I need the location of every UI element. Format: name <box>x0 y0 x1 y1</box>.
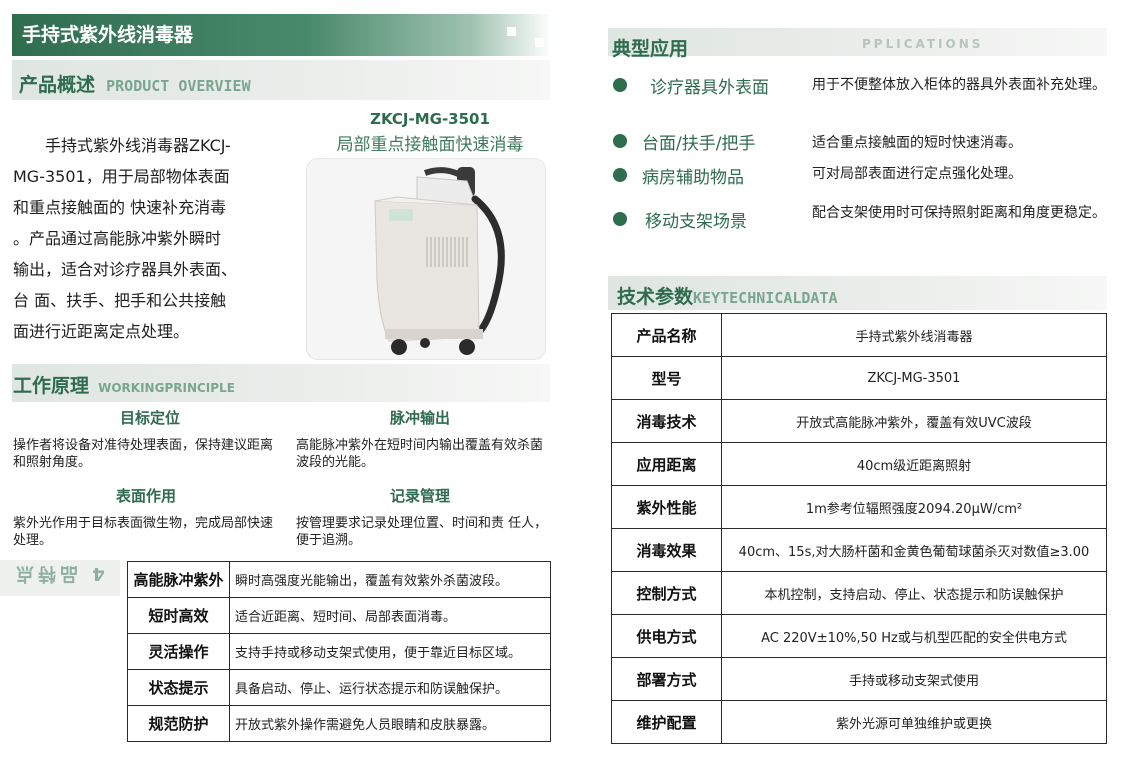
overview-title: 产品概述 <box>19 74 96 96</box>
table-row: 控制方式 本机控制，支持启动、停止、状态提示和防误触保护 <box>611 571 1107 615</box>
principle-heading: 工作原理 WORKINGPRINCIPLE <box>13 371 235 398</box>
spec-value: 1m参考位辐照强度2094.20μW/cm² <box>721 485 1107 529</box>
model-number: ZKCJ-MG-3501 <box>370 110 490 128</box>
table-row: 消毒技术 开放式高能脉冲紫外，覆盖有效UVC波段 <box>611 399 1107 443</box>
overview-heading: 产品概述 PRODUCT OVERVIEW <box>19 70 251 97</box>
spec-key: 供电方式 <box>611 614 722 658</box>
specs-heading: 技术参数KEYTECHNICALDATA <box>617 282 838 309</box>
table-row: 维护配置 紫外光源可单独维护或更换 <box>611 700 1107 744</box>
page-title: 手持式紫外线消毒器 <box>12 14 552 56</box>
specs-title-en: KEYTECHNICALDATA <box>693 289 838 307</box>
applications-title: 典型应用 <box>612 38 689 60</box>
specs-title: 技术参数 <box>617 286 694 308</box>
features-side-label: 4 品特点 <box>12 563 105 584</box>
table-row: 部署方式 手持或移动支架式使用 <box>611 657 1107 701</box>
application-desc: 适合重点接触面的短时快速消毒。 <box>812 135 1022 151</box>
model-subtitle: 局部重点接触面快速消毒 <box>336 135 524 155</box>
bullet-icon <box>613 168 627 182</box>
principle-item-head: 脉冲输出 <box>390 409 451 427</box>
table-row: 状态提示 具备启动、停止、运行状态提示和防误触保护。 <box>127 669 551 706</box>
spec-value: 开放式高能脉冲紫外，覆盖有效UVC波段 <box>721 399 1107 443</box>
spec-key: 消毒技术 <box>611 399 722 443</box>
application-desc: 配合支架使用时可保持照射距离和角度更稳定。 <box>812 205 1106 221</box>
feature-key: 状态提示 <box>127 669 230 706</box>
feature-value: 具备启动、停止、运行状态提示和防误触保护。 <box>229 669 551 706</box>
feature-key: 高能脉冲紫外 <box>127 561 230 598</box>
spec-value: 紫外光源可单独维护或更换 <box>721 700 1107 744</box>
application-label: 台面/扶手/把手 <box>642 134 756 154</box>
table-row: 高能脉冲紫外 瞬时高强度光能输出，覆盖有效紫外杀菌波段。 <box>127 561 551 598</box>
feature-key: 规范防护 <box>127 705 230 742</box>
spec-key: 产品名称 <box>611 313 722 357</box>
principle-item-text: 高能脉冲紫外在短时间内输出覆盖有效杀菌波段的光能。 <box>296 438 544 470</box>
spec-value: 手持式紫外线消毒器 <box>721 313 1107 357</box>
application-desc: 可对局部表面进行定点强化处理。 <box>812 166 1022 182</box>
table-row: 型号 ZKCJ-MG-3501 <box>611 356 1107 400</box>
spec-key: 控制方式 <box>611 571 722 615</box>
decor-square <box>507 27 516 36</box>
application-label: 移动支架场景 <box>645 212 747 232</box>
overview-line: 输出，适合对诊疗器具外表面、 <box>13 260 238 279</box>
spec-key: 维护配置 <box>611 700 722 744</box>
overview-line: 手持式紫外线消毒器ZKCJ- <box>13 136 231 155</box>
spec-key: 应用距离 <box>611 442 722 486</box>
table-row: 灵活操作 支持手持或移动支架式使用，便于靠近目标区域。 <box>127 633 551 670</box>
spec-value: 手持或移动支架式使用 <box>721 657 1107 701</box>
principle-item-text: 紫外光作用于目标表面微生物，完成局部快速处理。 <box>13 516 274 548</box>
principle-item-head: 记录管理 <box>390 487 451 505</box>
table-row: 应用距离 40cm级近距离照射 <box>611 442 1107 486</box>
table-row: 紫外性能 1m参考位辐照强度2094.20μW/cm² <box>611 485 1107 529</box>
feature-value: 适合近距离、短时间、局部表面消毒。 <box>229 597 551 634</box>
overview-line: 面进行近距离定点处理。 <box>13 322 190 341</box>
principle-item-text: 按管理要求记录处理位置、时间和责 任人，便于追溯。 <box>296 516 548 548</box>
bullet-icon <box>613 78 627 92</box>
spec-value: 本机控制，支持启动、停止、状态提示和防误触保护 <box>721 571 1107 615</box>
specs-table: 产品名称 手持式紫外线消毒器 型号 ZKCJ-MG-3501 消毒技术 开放式高… <box>611 313 1107 744</box>
feature-key: 灵活操作 <box>127 633 230 670</box>
overview-line: MG-3501，用于局部物体表面 <box>13 167 230 186</box>
feature-value: 开放式紫外操作需避免人员眼睛和皮肤暴露。 <box>229 705 551 742</box>
spec-key: 消毒效果 <box>611 528 722 572</box>
spec-key: 型号 <box>611 356 722 400</box>
overview-line: 台 面、扶手、把手和公共接触 <box>13 291 227 310</box>
overview-line: 。产品通过高能脉冲紫外瞬时 <box>13 229 222 248</box>
uv-disinfector-illustration <box>374 167 505 355</box>
table-row: 供电方式 AC 220V±10%,50 Hz或与机型匹配的安全供电方式 <box>611 614 1107 658</box>
product-image <box>306 158 546 360</box>
table-row: 消毒效果 40cm、15s,对大肠杆菌和金黄色葡萄球菌杀灭对数值≥3.00 <box>611 528 1107 572</box>
bullet-icon <box>613 212 627 226</box>
feature-key: 短时高效 <box>127 597 230 634</box>
application-label: 诊疗器具外表面 <box>650 78 769 98</box>
principle-item-head: 目标定位 <box>120 409 181 427</box>
overview-line: 和重点接触面的 快速补充消毒 <box>13 198 227 217</box>
table-row: 短时高效 适合近距离、短时间、局部表面消毒。 <box>127 597 551 634</box>
principle-title-en: WORKINGPRINCIPLE <box>98 381 235 395</box>
feature-value: 支持手持或移动支架式使用，便于靠近目标区域。 <box>229 633 551 670</box>
spec-value: 40cm级近距离照射 <box>721 442 1107 486</box>
spec-key: 紫外性能 <box>611 485 722 529</box>
feature-value: 瞬时高强度光能输出，覆盖有效紫外杀菌波段。 <box>229 561 551 598</box>
spec-value: ZKCJ-MG-3501 <box>721 356 1107 400</box>
principle-item-text: 操作者将设备对准待处理表面，保持建议距离和照射角度。 <box>13 438 274 470</box>
overview-paragraph: 手持式紫外线消毒器ZKCJ- MG-3501，用于局部物体表面 和重点接触面的 … <box>13 130 275 347</box>
principle-title: 工作原理 <box>13 375 90 397</box>
spec-value: AC 220V±10%,50 Hz或与机型匹配的安全供电方式 <box>721 614 1107 658</box>
spec-value: 40cm、15s,对大肠杆菌和金黄色葡萄球菌杀灭对数值≥3.00 <box>721 528 1107 572</box>
table-row: 产品名称 手持式紫外线消毒器 <box>611 313 1107 357</box>
table-row: 规范防护 开放式紫外操作需避免人员眼睛和皮肤暴露。 <box>127 705 551 742</box>
principle-item-head: 表面作用 <box>116 487 177 505</box>
features-table: 高能脉冲紫外 瞬时高强度光能输出，覆盖有效紫外杀菌波段。 短时高效 适合近距离、… <box>127 561 551 742</box>
decor-square <box>535 38 544 47</box>
applications-title-en: PPLICATIONS <box>862 37 984 51</box>
bullet-icon <box>613 134 627 148</box>
application-label: 病房辅助物品 <box>642 168 744 188</box>
application-desc: 用于不便整体放入柜体的器具外表面补充处理。 <box>812 77 1106 93</box>
spec-key: 部署方式 <box>611 657 722 701</box>
overview-title-en: PRODUCT OVERVIEW <box>106 77 251 95</box>
